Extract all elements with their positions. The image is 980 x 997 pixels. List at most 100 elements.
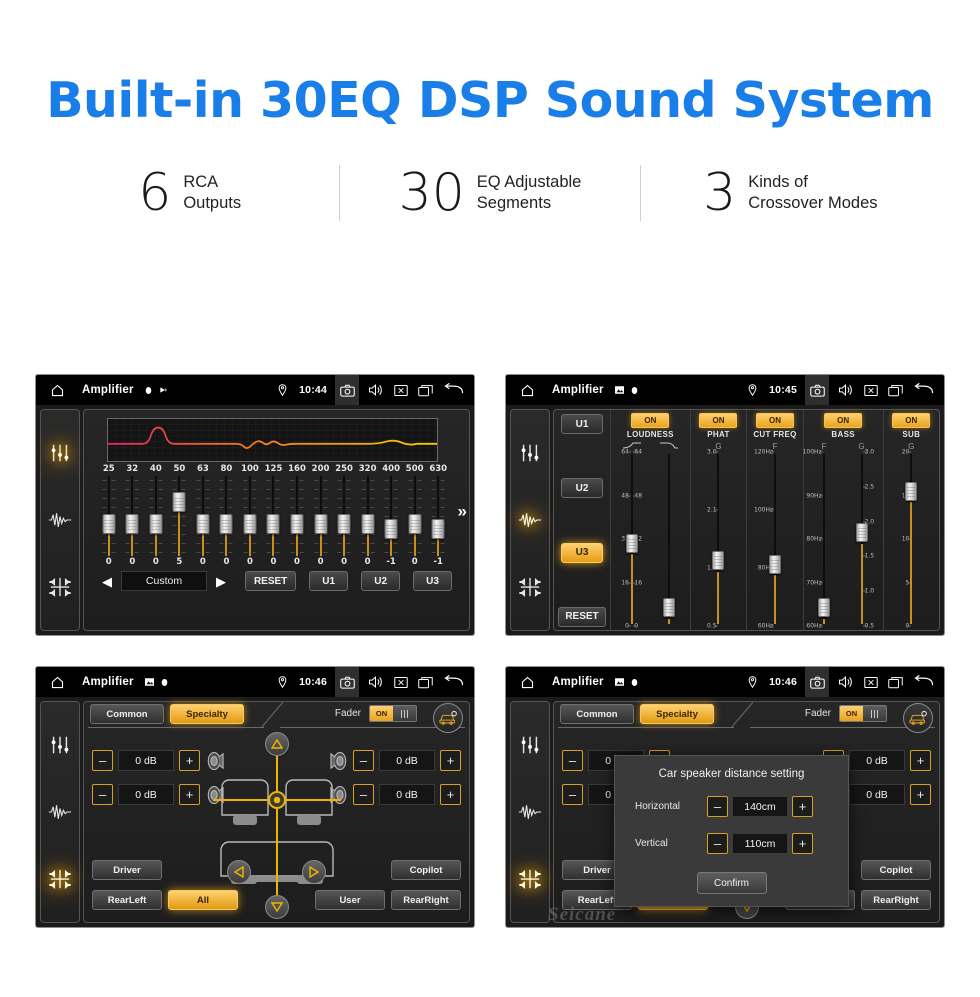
nav-right-button[interactable] [302,860,326,884]
nav-up-button[interactable] [264,732,289,756]
slider-knob[interactable] [855,523,868,543]
level-plus-button[interactable]: + [440,750,461,771]
confirm-button[interactable]: Confirm [696,872,767,894]
section-on-button[interactable]: ON [892,413,931,428]
level-minus-button[interactable]: – [562,750,583,771]
seat-copilot-button[interactable]: Copilot [861,860,931,880]
eq-band-slider[interactable] [285,476,309,556]
eq-band-slider[interactable] [144,476,168,556]
user-preset-u3-button[interactable]: U3 [413,571,452,591]
camera-icon[interactable] [805,667,829,697]
level-plus-button[interactable]: + [179,784,200,805]
eq-band-slider[interactable] [332,476,356,556]
eq-band-slider[interactable] [191,476,215,556]
slider-knob[interactable] [102,514,116,535]
crossover-preset-u2-button[interactable]: U2 [561,478,603,499]
waveform-icon[interactable] [516,798,544,826]
slider-knob[interactable] [431,518,445,539]
equalizer-icon[interactable] [516,731,544,759]
eq-band-slider[interactable] [121,476,145,556]
car-settings-icon[interactable] [903,703,933,733]
slider-knob[interactable] [663,598,676,618]
equalizer-icon[interactable] [516,439,544,467]
level-minus-button[interactable]: – [353,750,374,771]
camera-icon[interactable] [335,667,359,697]
slider-knob[interactable] [125,514,139,535]
vertical-minus-button[interactable]: – [707,833,728,854]
home-icon[interactable] [516,383,538,398]
user-preset-u1-button[interactable]: U1 [309,571,349,591]
crossover-slider[interactable]: 646448483232161600 [615,449,649,630]
recents-icon[interactable] [887,674,904,691]
seat-rearright-button[interactable]: RearRight [391,890,461,910]
seat-user-button[interactable]: User [315,890,385,910]
horizontal-minus-button[interactable]: – [707,796,728,817]
volume-icon[interactable] [367,382,384,399]
eq-band-slider[interactable] [426,476,450,556]
fader-toggle[interactable]: ON [369,705,417,722]
slider-knob[interactable] [625,533,638,553]
eq-band-slider[interactable] [379,476,403,556]
equalizer-icon[interactable] [46,731,74,759]
volume-icon[interactable] [837,674,854,691]
slider-knob[interactable] [769,554,781,574]
eq-band-slider[interactable] [215,476,239,556]
seat-copilot-button[interactable]: Copilot [391,860,461,880]
fader-toggle[interactable]: ON [839,705,887,722]
crossover-slider[interactable]: 100Hz 90Hz 80Hz 70Hz 60Hz [803,449,841,630]
recents-icon[interactable] [887,382,904,399]
horizontal-plus-button[interactable]: + [792,796,813,817]
balance-icon[interactable] [516,573,544,601]
level-plus-button[interactable]: + [440,784,461,805]
back-icon[interactable] [442,674,466,691]
eq-band-slider[interactable] [309,476,333,556]
slider-knob[interactable] [149,514,163,535]
car-settings-icon[interactable] [433,703,463,733]
camera-icon[interactable] [335,375,359,405]
recents-icon[interactable] [417,382,434,399]
slider-knob[interactable] [314,514,328,535]
crossover-slider[interactable]: 120Hz 100Hz 80Hz 60Hz [754,449,787,630]
preset-next-button[interactable]: ▶ [213,575,229,588]
next-page-icon[interactable]: » [458,503,467,520]
eq-band-slider[interactable] [168,476,192,556]
eq-band-slider[interactable] [238,476,262,556]
section-on-button[interactable]: ON [824,413,863,428]
crossover-preset-u3-button[interactable]: U3 [561,542,603,563]
slider-knob[interactable] [337,514,351,535]
section-on-button[interactable]: ON [756,413,795,428]
crossover-slider[interactable]: 20151050 [899,449,923,630]
recents-icon[interactable] [417,674,434,691]
waveform-icon[interactable] [516,506,544,534]
waveform-icon[interactable] [46,506,74,534]
crossover-slider[interactable]: 3.0 2.5 2.0 1.5 1.0 0.5 [845,449,879,630]
tab-common[interactable]: Common [560,704,634,724]
volume-icon[interactable] [837,382,854,399]
slider-knob[interactable] [408,514,422,535]
slider-knob[interactable] [361,514,375,535]
level-minus-button[interactable]: – [353,784,374,805]
back-icon[interactable] [912,382,936,399]
seat-rearright-button[interactable]: RearRight [861,890,931,910]
level-minus-button[interactable]: – [92,750,113,771]
user-preset-u2-button[interactable]: U2 [361,571,401,591]
camera-icon[interactable] [805,375,829,405]
level-plus-button[interactable]: + [910,750,931,771]
slider-knob[interactable] [243,514,257,535]
slider-knob[interactable] [266,514,280,535]
nav-left-button[interactable] [227,860,251,884]
eq-slider-row[interactable] [97,476,450,556]
seat-driver-button[interactable]: Driver [92,860,162,880]
home-icon[interactable] [46,383,68,398]
slider-knob[interactable] [196,514,210,535]
seat-rearleft-button[interactable]: RearLeft [92,890,162,910]
eq-band-slider[interactable] [403,476,427,556]
preset-prev-button[interactable]: ◀ [99,575,115,588]
slider-knob[interactable] [384,518,398,539]
home-icon[interactable] [516,675,538,690]
balance-icon[interactable] [46,865,74,893]
crossover-reset-button[interactable]: RESET [558,606,606,627]
home-icon[interactable] [46,675,68,690]
slider-knob[interactable] [905,481,918,501]
back-icon[interactable] [442,382,466,399]
